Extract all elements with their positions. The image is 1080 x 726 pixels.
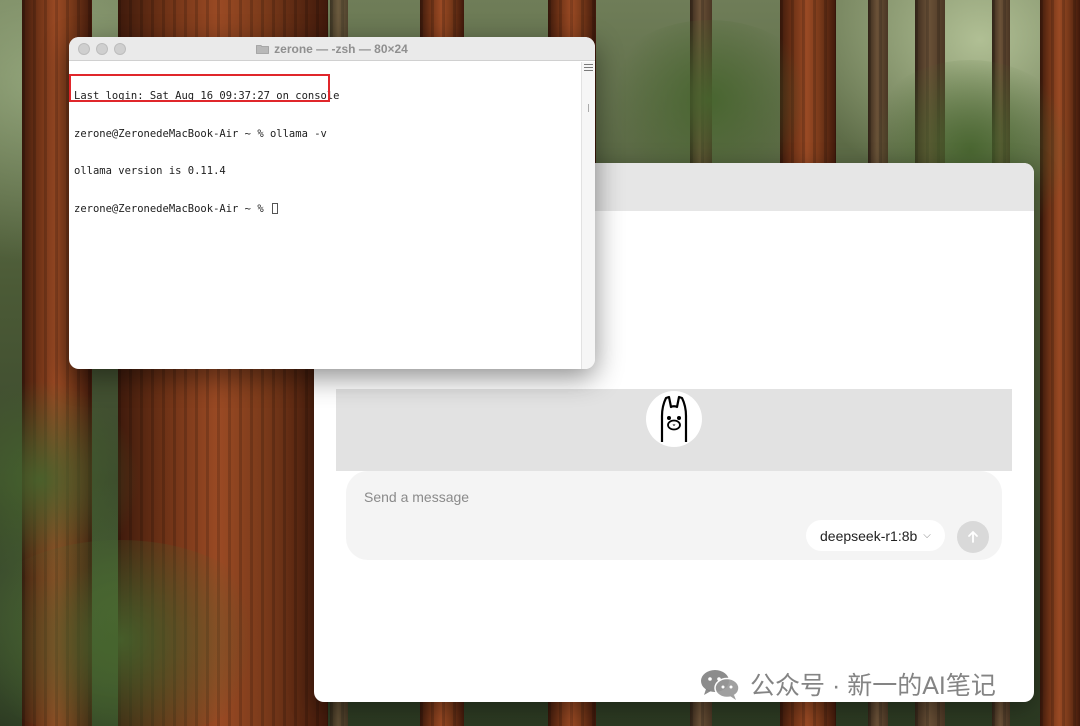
- watermark: 公众号 · 新一的AI笔记: [700, 664, 996, 704]
- wechat-icon: [701, 670, 740, 700]
- foliage: [600, 20, 820, 180]
- terminal-prompt-line: zerone@ZeronedeMacBook-Air ~ %: [74, 202, 579, 216]
- message-composer: Send a message deepseek-r1:8b ⌵: [346, 471, 1002, 560]
- watermark-text: 公众号 · 新一的AI笔记: [750, 672, 996, 700]
- terminal-prompt: zerone@ZeronedeMacBook-Air ~ %: [74, 202, 270, 215]
- model-selector[interactable]: deepseek-r1:8b ⌵: [806, 520, 945, 551]
- terminal-line: zerone@ZeronedeMacBook-Air ~ % ollama -v: [74, 127, 327, 140]
- highlight-annotation: [69, 74, 330, 102]
- message-input[interactable]: Send a message: [364, 489, 784, 509]
- terminal-title-text: zerone — -zsh — 80×24: [274, 42, 408, 56]
- scroll-lines-icon: [584, 64, 593, 72]
- terminal-titlebar[interactable]: zerone — -zsh — 80×24: [69, 37, 595, 61]
- terminal-line: ollama version is 0.11.4: [74, 165, 226, 177]
- send-button[interactable]: [957, 521, 989, 553]
- model-selector-label: deepseek-r1:8b: [820, 527, 918, 544]
- chevron-down-icon: ⌵: [923, 530, 931, 541]
- folder-icon: [256, 45, 270, 54]
- terminal-title: zerone — -zsh — 80×24: [69, 42, 595, 56]
- terminal-window: zerone — -zsh — 80×24 Last login: Sat Au…: [69, 37, 595, 369]
- text-cursor: [271, 202, 278, 214]
- llama-icon: [646, 391, 702, 447]
- arrow-up-icon: [968, 531, 978, 543]
- terminal-scrollbar[interactable]: [581, 62, 595, 369]
- scroll-thumb[interactable]: [588, 104, 589, 112]
